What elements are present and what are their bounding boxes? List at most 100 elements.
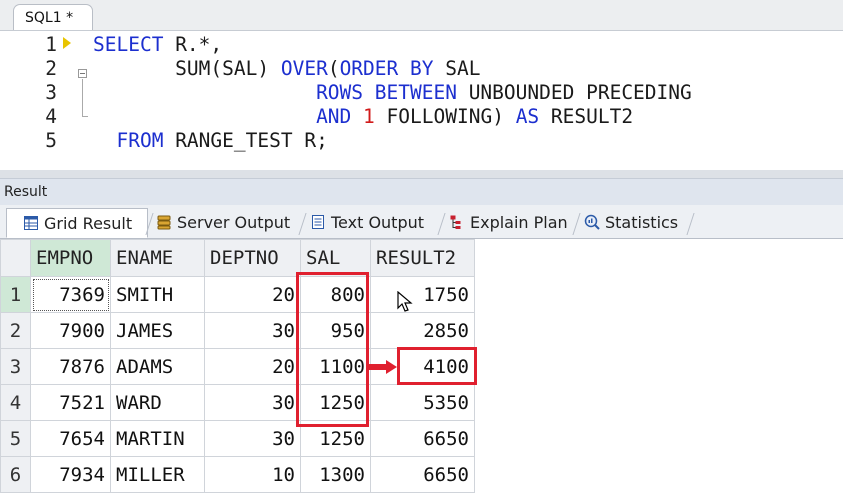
- row-number[interactable]: 6: [0, 456, 31, 493]
- column-header-empno[interactable]: EMPNO: [30, 239, 111, 277]
- code-text: FROM RANGE_TEST R;: [93, 129, 328, 153]
- cell-ename[interactable]: MILLER: [110, 456, 205, 493]
- code-line[interactable]: 1 SELECT R.*,: [0, 33, 843, 57]
- row-number[interactable]: 5: [0, 420, 31, 457]
- cell-sal[interactable]: 1300: [300, 456, 371, 493]
- cell-ename[interactable]: MARTIN: [110, 420, 205, 457]
- cell-result2[interactable]: 5350: [370, 384, 475, 421]
- table-row[interactable]: 2 7900 JAMES 30 950 2850: [0, 312, 475, 349]
- column-header-ename[interactable]: ENAME: [110, 239, 205, 277]
- cell-deptno[interactable]: 30: [204, 312, 301, 349]
- line-number: 5: [45, 129, 57, 152]
- sql-keyword: FROM: [116, 129, 164, 152]
- table-row[interactable]: 6 7934 MILLER 10 1300 6650: [0, 456, 475, 493]
- line-number: 2: [45, 57, 57, 80]
- code-line[interactable]: 3 ROWS BETWEEN UNBOUNDED PRECEDING: [0, 81, 843, 105]
- row-number[interactable]: 3: [0, 348, 31, 385]
- row-number[interactable]: 1: [0, 276, 31, 313]
- line-number: 1: [45, 33, 57, 56]
- sql-token: (: [327, 57, 340, 80]
- result-panel-title: Result: [4, 184, 48, 200]
- tab-label: Server Output: [177, 213, 291, 232]
- cell-result2[interactable]: 6650: [370, 420, 475, 457]
- column-header-sal[interactable]: SAL: [300, 239, 371, 277]
- cell-deptno[interactable]: 30: [204, 420, 301, 457]
- cell-deptno[interactable]: 30: [204, 384, 301, 421]
- cell-deptno[interactable]: 20: [204, 348, 301, 385]
- tab-separator: [686, 213, 695, 235]
- sql-keyword: ORDER BY: [339, 57, 434, 80]
- row-number[interactable]: 4: [0, 384, 31, 421]
- tab-separator: [298, 213, 307, 235]
- table-row[interactable]: 5 7654 MARTIN 30 1250 6650: [0, 420, 475, 457]
- tab-server-output[interactable]: Server Output: [156, 208, 290, 238]
- code-line[interactable]: 4 AND 1 FOLLOWING) AS RESULT2: [0, 105, 843, 129]
- cell-result2[interactable]: 6650: [370, 456, 475, 493]
- sql-token: RANGE_TEST R;: [163, 129, 328, 152]
- sql-number: 1: [363, 105, 375, 128]
- panel-splitter[interactable]: [0, 170, 843, 178]
- grid-icon: [23, 215, 39, 231]
- code-text: SELECT R.*,: [93, 33, 222, 57]
- result-tabs: Grid Result Server Output Text Output Ex…: [0, 205, 843, 239]
- line-number: 3: [45, 81, 57, 104]
- code-text: ROWS BETWEEN UNBOUNDED PRECEDING: [93, 81, 692, 105]
- cell-empno[interactable]: 7521: [30, 384, 111, 421]
- cell-empno[interactable]: 7900: [30, 312, 111, 349]
- sql-keyword: ROWS BETWEEN: [316, 81, 457, 104]
- mouse-cursor-icon: [397, 290, 413, 317]
- sql-editor[interactable]: 1 SELECT R.*, 2 SUM(SAL) OVER(ORDER BY SAL…: [0, 30, 843, 171]
- tab-statistics[interactable]: Statistics: [584, 208, 678, 238]
- code-line[interactable]: 2 SUM(SAL) OVER(ORDER BY SAL: [0, 57, 843, 81]
- tab-label: Text Output: [331, 213, 425, 232]
- statistics-icon: [584, 214, 600, 230]
- column-header-deptno[interactable]: DEPTNO: [204, 239, 301, 277]
- cell-empno[interactable]: 7876: [30, 348, 111, 385]
- sql-keyword: SELECT: [93, 33, 164, 56]
- tab-separator: [572, 213, 581, 235]
- cell-empno[interactable]: 7934: [30, 456, 111, 493]
- line-number: 4: [45, 105, 57, 128]
- tab-explain-plan[interactable]: Explain Plan: [449, 208, 568, 238]
- row-number[interactable]: 2: [0, 312, 31, 349]
- tab-label: Statistics: [605, 213, 679, 232]
- cell-deptno[interactable]: 10: [204, 456, 301, 493]
- cell-empno[interactable]: 7369: [30, 276, 111, 313]
- cell-empno[interactable]: 7654: [30, 420, 111, 457]
- cell-ename[interactable]: WARD: [110, 384, 205, 421]
- cell-ename[interactable]: ADAMS: [110, 348, 205, 385]
- explain-plan-icon: [449, 214, 465, 230]
- result2-highlight-box: [397, 347, 477, 385]
- code-text: SUM(SAL) OVER(ORDER BY SAL: [93, 57, 480, 81]
- text-output-icon: [310, 214, 326, 230]
- sql-token: SUM(SAL): [93, 57, 281, 80]
- sql-token: FOLLOWING): [374, 105, 516, 128]
- annotation-arrow-head-icon: [386, 360, 397, 374]
- sal-highlight-box: [296, 272, 369, 427]
- sql-token: R.*,: [163, 33, 223, 56]
- row-number-header[interactable]: [0, 239, 31, 277]
- cell-result2[interactable]: 1750: [370, 276, 475, 313]
- cell-deptno[interactable]: 20: [204, 276, 301, 313]
- code-line[interactable]: 5 FROM RANGE_TEST R;: [0, 129, 843, 153]
- cell-ename[interactable]: JAMES: [110, 312, 205, 349]
- tab-text-output[interactable]: Text Output: [310, 208, 424, 238]
- tab-label: Explain Plan: [470, 213, 568, 232]
- cell-result2[interactable]: 2850: [370, 312, 475, 349]
- table-row[interactable]: 4 7521 WARD 30 1250 5350: [0, 384, 475, 421]
- cell-ename[interactable]: SMITH: [110, 276, 205, 313]
- tab-separator: [437, 213, 446, 235]
- sql-token: SAL: [433, 57, 481, 80]
- sql-token: UNBOUNDED PRECEDING: [456, 81, 692, 104]
- editor-tab-bar: SQL1 *: [0, 0, 843, 30]
- sql-keyword: AS: [515, 105, 540, 128]
- editor-tab-sql1[interactable]: SQL1 *: [13, 4, 93, 30]
- column-header-result2[interactable]: RESULT2: [370, 239, 475, 277]
- sql-token: RESULT2: [539, 105, 634, 128]
- sql-keyword: OVER: [280, 57, 328, 80]
- tab-grid-result[interactable]: Grid Result: [6, 208, 148, 238]
